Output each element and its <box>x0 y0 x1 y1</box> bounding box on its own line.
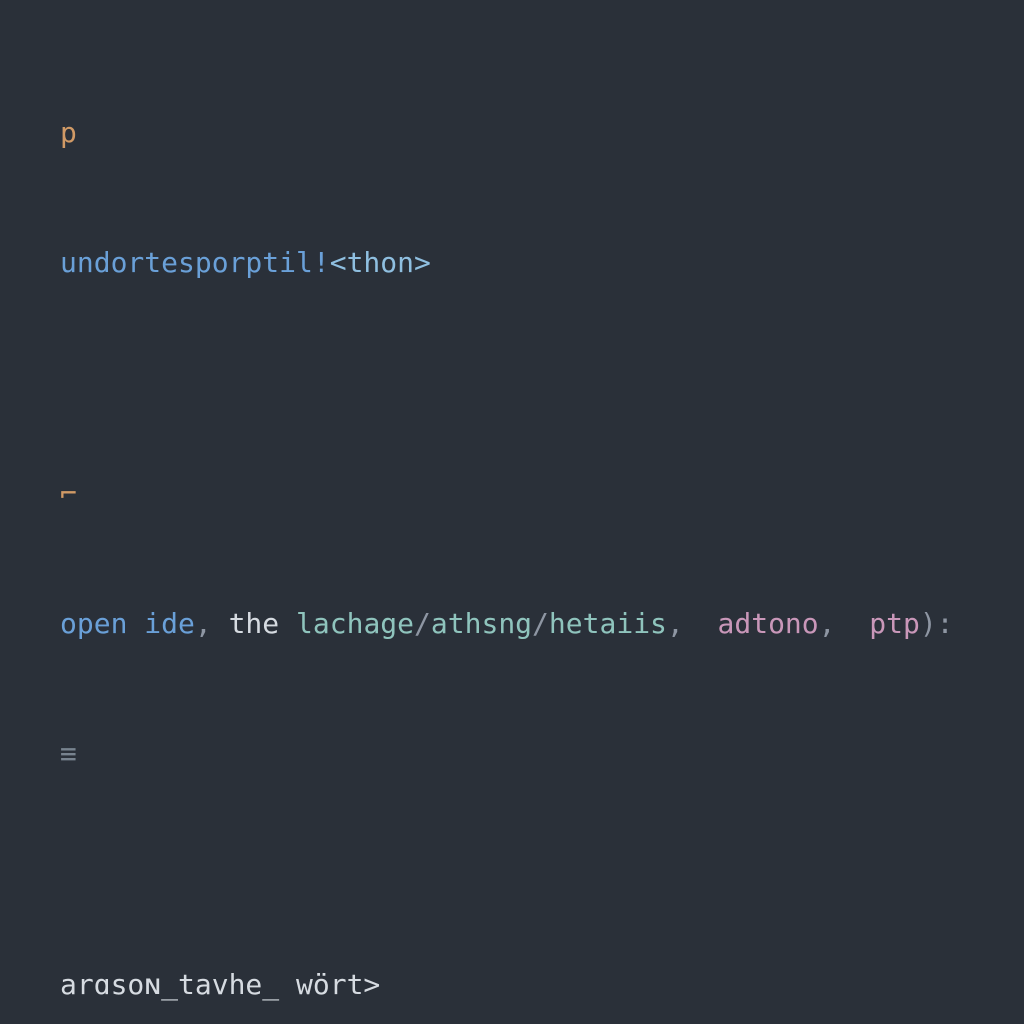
code-token: , <box>819 607 870 640</box>
code-token: arɑsoɴ_tavhe_ wört> <box>60 968 380 1001</box>
code-token <box>279 607 296 640</box>
code-token: open ide <box>60 607 195 640</box>
code-token: p <box>60 116 77 149</box>
code-token: / <box>532 607 549 640</box>
code-token: ⌐ <box>60 477 77 510</box>
code-token: ≡ <box>60 737 77 770</box>
code-token: ): <box>920 607 954 640</box>
code-token: <thon> <box>330 246 431 279</box>
code-token: ptp <box>869 607 920 640</box>
code-token: , <box>667 607 718 640</box>
code-token: the <box>229 607 280 640</box>
code-token: / <box>414 607 431 640</box>
code-editor[interactable]: p undortesporptil!<thon> ⌐ open ide, the… <box>0 0 1024 1024</box>
code-token: hetaiis <box>549 607 667 640</box>
code-token: , <box>195 607 229 640</box>
code-token: athsng <box>431 607 532 640</box>
code-token: adtono <box>718 607 819 640</box>
code-token: undortesporptil! <box>60 246 330 279</box>
code-token: lachage <box>296 607 414 640</box>
